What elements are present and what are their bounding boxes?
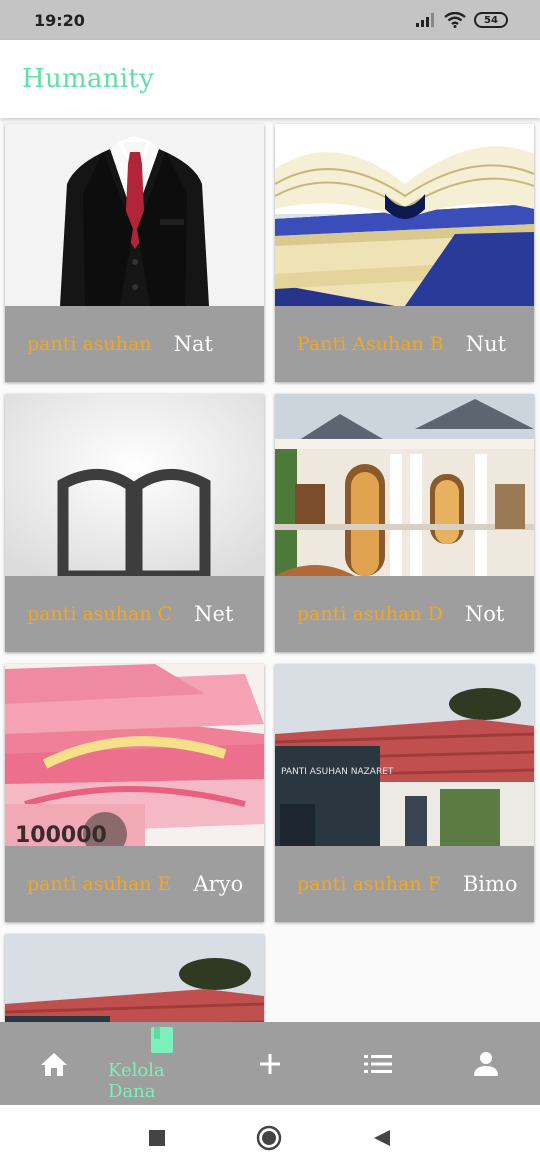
system-nav-bar <box>0 1105 540 1170</box>
plus-icon <box>260 1053 280 1074</box>
card-title: panti asuhan E <box>27 873 172 895</box>
card-title: Panti Asuhan B <box>297 333 444 355</box>
building-image <box>5 934 264 1022</box>
home-button[interactable] <box>256 1125 282 1151</box>
app-title: Humanity <box>22 64 155 94</box>
building-image: PANTI ASUHAN NAZARET <box>275 664 534 846</box>
card-caption: panti asuhan F Bimo <box>275 846 534 922</box>
card-partial[interactable] <box>5 934 264 1022</box>
card-title: panti asuhan C <box>27 603 173 625</box>
card-panti-asuhan-f[interactable]: PANTI ASUHAN NAZARET panti asuhan F Bimo <box>275 664 534 922</box>
card-panti-asuhan-d[interactable]: panti asuhan D Not <box>275 394 534 652</box>
app-bar: Humanity <box>0 40 540 118</box>
nav-profile[interactable] <box>432 1022 540 1105</box>
card-grid: panti asuhan Nat Panti Asuhan B Nut pant… <box>0 118 540 1022</box>
suit-image <box>5 124 264 306</box>
signal-icon <box>416 13 434 27</box>
money-text: 100000 <box>15 823 107 846</box>
book-image <box>275 124 534 306</box>
status-icons: 54 <box>416 12 508 28</box>
wifi-icon <box>444 12 466 28</box>
open-book-icon-image <box>5 394 264 576</box>
card-title: panti asuhan D <box>297 603 443 625</box>
card-subtitle: Aryo <box>193 872 244 896</box>
card-subtitle: Net <box>194 602 234 626</box>
nav-add[interactable] <box>216 1022 324 1105</box>
battery-icon: 54 <box>474 12 508 28</box>
card-subtitle: Nat <box>173 332 213 356</box>
status-time: 19:20 <box>34 10 85 30</box>
card-caption: panti asuhan C Net <box>5 576 264 652</box>
card-subtitle: Nut <box>465 332 507 356</box>
card-caption: panti asuhan Nat <box>5 306 264 382</box>
card-panti-asuhan-c[interactable]: panti asuhan C Net <box>5 394 264 652</box>
battery-level: 54 <box>484 14 498 26</box>
recent-apps-button[interactable] <box>148 1129 166 1147</box>
nav-label: Kelola Dana <box>108 1059 165 1102</box>
bottom-nav: Kelola Dana <box>0 1022 540 1105</box>
status-bar: 19:20 54 <box>0 0 540 40</box>
nav-kelola-dana[interactable]: Kelola Dana <box>108 1022 216 1105</box>
card-panti-asuhan-b[interactable]: Panti Asuhan B Nut <box>275 124 534 382</box>
card-title: panti asuhan <box>27 333 152 355</box>
mansion-image <box>275 394 534 576</box>
back-button[interactable] <box>372 1128 392 1148</box>
card-subtitle: Bimo <box>462 872 518 896</box>
card-subtitle: Not <box>464 602 505 626</box>
card-panti-asuhan-e[interactable]: 100000 panti asuhan E Aryo <box>5 664 264 922</box>
money-image: 100000 <box>5 664 264 846</box>
card-caption: panti asuhan D Not <box>275 576 534 652</box>
nav-list[interactable] <box>324 1022 432 1105</box>
card-panti-asuhan[interactable]: panti asuhan Nat <box>5 124 264 382</box>
card-caption: panti asuhan E Aryo <box>5 846 264 922</box>
nav-home[interactable] <box>0 1022 108 1105</box>
building-sign-text: PANTI ASUHAN NAZARET <box>281 767 394 777</box>
card-title: panti asuhan F <box>297 873 441 895</box>
person-icon <box>474 1051 498 1076</box>
list-icon <box>364 1054 392 1073</box>
home-icon <box>41 1052 67 1076</box>
book-icon <box>151 1026 173 1053</box>
card-caption: Panti Asuhan B Nut <box>275 306 534 382</box>
